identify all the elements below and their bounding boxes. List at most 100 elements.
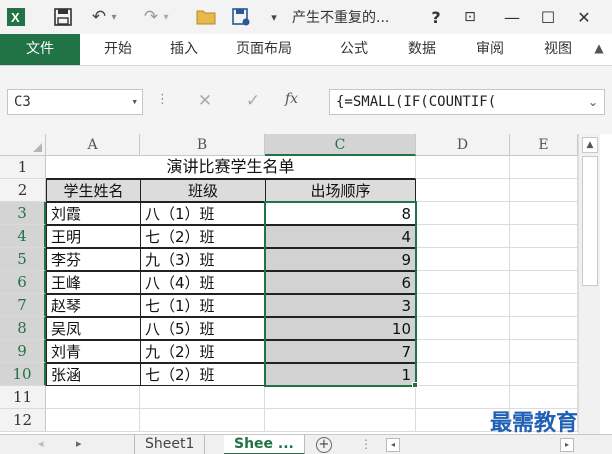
row-header[interactable]: 9 [0,340,46,363]
sheet-next-icon[interactable]: ▸ [76,437,82,450]
empty-cell[interactable] [416,202,510,225]
empty-cell[interactable] [265,386,416,409]
cell-class[interactable]: 七（1）班 [140,294,266,317]
cell-e2[interactable] [510,179,578,202]
empty-cell[interactable] [510,317,578,340]
cell-d1[interactable] [416,156,510,179]
cell-student-name[interactable]: 刘青 [46,340,141,363]
help-button[interactable]: ? [424,4,448,30]
formula-input[interactable]: {=SMALL(IF(COUNTIF( ⌄ [329,89,605,115]
row-header[interactable]: 12 [0,409,46,432]
insert-function-icon[interactable]: fx [285,91,298,107]
column-header-b[interactable]: B [140,134,265,156]
row-header[interactable]: 7 [0,294,46,317]
header-cell-name[interactable]: 学生姓名 [46,179,141,202]
cell-class[interactable]: 八（4）班 [140,271,266,294]
table-title-cell[interactable]: 演讲比赛学生名单 [46,156,416,179]
customize-qat-icon[interactable]: ▾ [266,3,282,31]
cell-student-name[interactable]: 赵琴 [46,294,141,317]
empty-cell[interactable] [510,202,578,225]
cell-student-name[interactable]: 刘霞 [46,202,141,225]
row-header[interactable]: 6 [0,271,46,294]
row-header[interactable]: 3 [0,202,46,225]
cell-order[interactable]: 6 [265,271,416,294]
cell-order[interactable]: 4 [265,225,416,248]
save-as-icon[interactable] [228,3,254,31]
cell-class[interactable]: 八（5）班 [140,317,266,340]
name-box-dropdown-icon[interactable]: ▾ [131,90,138,114]
empty-cell[interactable] [510,363,578,386]
cell-d2[interactable] [416,179,510,202]
cell-order[interactable]: 8 [265,202,416,225]
scroll-up-icon[interactable]: ▲ [582,137,598,153]
empty-cell[interactable] [416,363,510,386]
minimize-button[interactable]: — [500,4,524,30]
tab-view[interactable]: 视图 [544,34,572,65]
empty-cell[interactable] [510,340,578,363]
tab-formulas[interactable]: 公式 [340,34,368,65]
sheet-tab-sheet1[interactable]: Sheet1 [134,435,206,454]
scroll-right-icon[interactable]: ▸ [560,438,574,452]
empty-cell[interactable] [510,294,578,317]
empty-cell[interactable] [140,409,265,432]
fill-handle[interactable] [412,382,418,388]
save-icon[interactable] [50,3,76,31]
row-header[interactable]: 5 [0,248,46,271]
ribbon-display-options-button[interactable]: ⊡ [458,4,482,30]
new-sheet-button[interactable]: + [316,437,332,453]
vertical-scrollbar[interactable]: ▲ [578,134,600,434]
column-header-a[interactable]: A [46,134,140,156]
scroll-left-icon[interactable]: ◂ [386,438,400,452]
cell-class[interactable]: 九（3）班 [140,248,266,271]
cell-order[interactable]: 1 [265,363,416,386]
open-folder-icon[interactable] [193,3,219,31]
name-box[interactable]: C3 ▾ [7,89,143,115]
row-header[interactable]: 1 [0,156,46,179]
cell-class[interactable]: 八（1）班 [140,202,266,225]
empty-cell[interactable] [416,271,510,294]
empty-cell[interactable] [265,409,416,432]
formula-bar-separator[interactable]: ⋮ [156,92,169,107]
cell-student-name[interactable]: 张涵 [46,363,141,386]
enter-icon[interactable]: ✓ [240,88,266,114]
cell-order[interactable]: 9 [265,248,416,271]
sheet-prev-icon[interactable]: ◂ [38,437,44,450]
tabs-scroll-separator[interactable]: ⋮ [360,437,372,451]
cell-class[interactable]: 七（2）班 [140,363,266,386]
vertical-scroll-thumb[interactable] [582,156,598,286]
column-header-d[interactable]: D [416,134,510,156]
redo-dropdown-icon[interactable]: ▾ [160,3,172,31]
empty-cell[interactable] [416,317,510,340]
empty-cell[interactable] [510,271,578,294]
cancel-icon[interactable]: ✕ [192,88,218,114]
header-cell-class[interactable]: 班级 [140,179,266,202]
empty-cell[interactable] [416,225,510,248]
row-header[interactable]: 10 [0,363,46,386]
cell-class[interactable]: 七（2）班 [140,225,266,248]
cell-student-name[interactable]: 王明 [46,225,141,248]
row-header[interactable]: 8 [0,317,46,340]
tab-home[interactable]: 开始 [104,34,132,65]
cell-student-name[interactable]: 李芬 [46,248,141,271]
tab-page-layout[interactable]: 页面布局 [236,34,292,65]
empty-cell[interactable] [416,294,510,317]
empty-cell[interactable] [46,409,140,432]
cell-order[interactable]: 10 [265,317,416,340]
empty-cell[interactable] [510,248,578,271]
tab-insert[interactable]: 插入 [170,34,198,65]
ribbon-collapse-icon[interactable]: ▲ [592,41,606,59]
row-header[interactable]: 11 [0,386,46,409]
header-cell-order[interactable]: 出场顺序 [265,179,416,202]
empty-cell[interactable] [416,248,510,271]
tab-file[interactable]: 文件 [0,34,80,65]
cell-order[interactable]: 7 [265,340,416,363]
empty-cell[interactable] [46,386,140,409]
redo-icon[interactable]: ↷ [140,3,162,31]
worksheet-grid[interactable]: A B C D E 1 2 3 4 5 6 7 8 9 10 11 12 演讲比… [0,134,612,434]
sheet-tab-active[interactable]: Shee ... [224,435,305,454]
column-header-c[interactable]: C [265,134,416,156]
expand-formula-bar-icon[interactable]: ⌄ [588,90,598,114]
cell-student-name[interactable]: 吴凤 [46,317,141,340]
row-header[interactable]: 4 [0,225,46,248]
cell-class[interactable]: 九（2）班 [140,340,266,363]
